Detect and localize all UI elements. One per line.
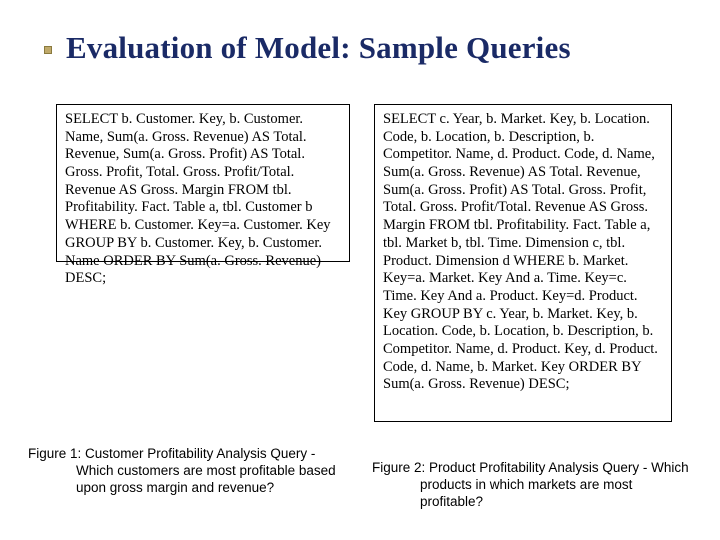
figure-1-caption: Figure 1: Customer Profitability Analysi… [28,446,358,497]
figure-1-caption-line1: Figure 1: Customer Profitability Analysi… [28,446,358,463]
title-part-2: Sample Queries [359,30,571,65]
figure-1-caption-line2: Which customers are most profitable base… [76,463,358,480]
query-right-text: SELECT c. Year, b. Market. Key, b. Locat… [383,111,658,392]
figure-2-caption-line3: profitable? [420,494,692,511]
figure-1-caption-line3: upon gross margin and revenue? [76,480,358,497]
slide: Evaluation of Model: Sample Queries SELE… [0,0,720,540]
query-box-right: SELECT c. Year, b. Market. Key, b. Locat… [374,104,672,422]
query-box-left: SELECT b. Customer. Key, b. Customer. Na… [56,104,350,262]
slide-title: Evaluation of Model: Sample Queries [66,30,571,66]
title-part-1: Evaluation of Model [66,30,340,65]
figure-2-caption-line1: Figure 2: Product Profitability Analysis… [372,460,692,477]
title-bullet-icon [44,46,52,54]
figure-2-caption-line2: products in which markets are most [420,477,692,494]
title-separator: : [340,30,358,65]
figure-2-caption: Figure 2: Product Profitability Analysis… [372,460,692,511]
query-left-text: SELECT b. Customer. Key, b. Customer. Na… [65,111,331,286]
